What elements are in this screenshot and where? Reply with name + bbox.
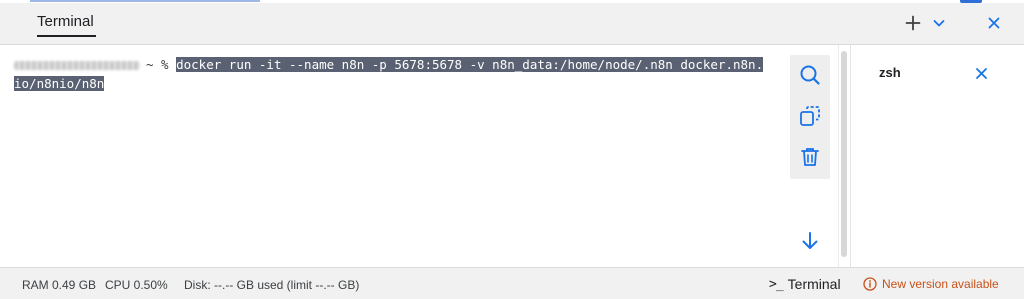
update-available-link[interactable]: New version available — [863, 277, 999, 291]
terminal-command-line: ~ % docker run -it --name n8n -p 5678:56… — [14, 55, 764, 74]
terminal-status-label: Terminal — [787, 276, 841, 292]
selected-command-text: docker run -it --name n8n -p 5678:5678 -… — [176, 57, 764, 72]
clear-button[interactable] — [798, 145, 822, 169]
terminal-scrollbar[interactable] — [838, 45, 849, 267]
new-terminal-button[interactable] — [902, 12, 924, 34]
update-available-label: New version available — [882, 277, 999, 291]
copy-button[interactable] — [798, 104, 822, 128]
terminal-status-button[interactable]: >_ Terminal — [769, 276, 841, 292]
close-icon — [988, 17, 1000, 29]
tab-terminal[interactable]: Terminal — [37, 13, 94, 30]
close-session-button[interactable] — [970, 62, 992, 84]
search-icon — [800, 65, 820, 85]
trash-icon — [801, 148, 819, 166]
close-panel-button[interactable] — [983, 12, 1005, 34]
status-bar: RAM 0.49 GB CPU 0.50% Disk: --.-- GB use… — [0, 267, 1024, 299]
terminal-output[interactable]: ~ % docker run -it --name n8n -p 5678:56… — [0, 45, 838, 267]
arrow-down-icon — [802, 232, 818, 249]
terminal-session-list: zsh — [850, 45, 1024, 267]
session-item-zsh[interactable]: zsh — [879, 65, 901, 80]
close-icon — [975, 67, 987, 79]
chevron-down-icon — [933, 20, 945, 27]
terminal-command-wrap: io/n8nio/n8n — [14, 74, 105, 93]
scroll-to-bottom-button[interactable] — [798, 229, 822, 253]
selected-command-text-wrap: io/n8nio/n8n — [14, 76, 105, 91]
terminal-floating-toolbar — [790, 55, 830, 179]
ram-usage: RAM 0.49 GB — [22, 278, 97, 292]
info-icon — [863, 277, 877, 291]
prompt-suffix: ~ % — [146, 57, 169, 72]
clipped-content-fragment — [30, 0, 260, 2]
tab-active-indicator — [37, 35, 96, 37]
cpu-usage: CPU 0.50% — [105, 278, 168, 292]
terminal-options-dropdown[interactable] — [928, 12, 950, 34]
terminal-panel-header: Terminal — [0, 3, 1024, 45]
copy-icon — [800, 106, 820, 126]
plus-icon — [905, 15, 921, 31]
scrollbar-thumb[interactable] — [841, 51, 847, 257]
disk-usage: Disk: --.-- GB used (limit --.-- GB) — [184, 278, 360, 292]
find-button[interactable] — [798, 63, 822, 87]
redacted-hostname — [14, 61, 140, 70]
terminal-prompt-icon: >_ — [769, 276, 784, 292]
